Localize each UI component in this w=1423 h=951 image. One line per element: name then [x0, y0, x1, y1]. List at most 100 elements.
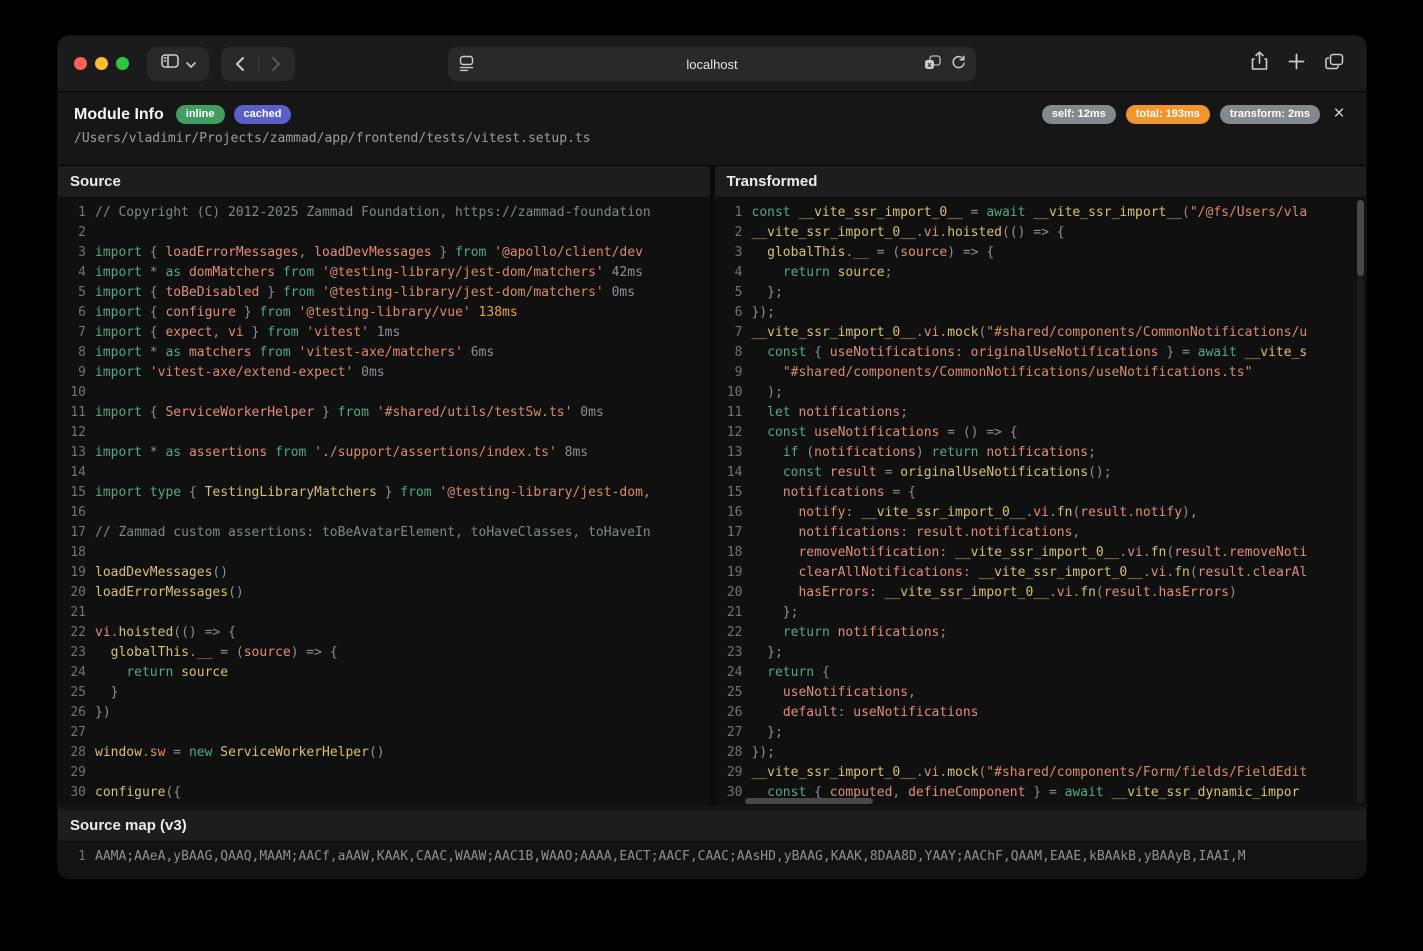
code-line-content: notify: __vite_ssr_import_0__.vi.fn(resu…	[743, 503, 1198, 523]
code-line: 22vi.hoisted(() => {	[58, 623, 710, 643]
code-line: 28window.sw = new ServiceWorkerHelper()	[58, 743, 710, 763]
code-line: 21	[58, 603, 710, 623]
back-button[interactable]	[222, 47, 258, 81]
module-info-header: Module Info inlinecached self: 12mstotal…	[58, 92, 1366, 166]
line-number: 24	[58, 663, 86, 683]
code-line: 2__vite_ssr_import_0__.vi.hoisted(() => …	[715, 223, 1367, 243]
line-number: 23	[715, 643, 743, 663]
line-number: 15	[715, 483, 743, 503]
code-line-content: // Copyright (C) 2012-2025 Zammad Founda…	[86, 203, 651, 223]
code-line: 11 let notifications;	[715, 403, 1367, 423]
sourcemap-code[interactable]: 1AAMA;AAeA,yBAAG,QAAQ,MAAM;AACf,aAAW,KAA…	[58, 842, 1366, 878]
line-number: 16	[58, 503, 86, 523]
line-number: 17	[715, 523, 743, 543]
code-line: 17 notifications: result.notifications,	[715, 523, 1367, 543]
code-line-content: import { ServiceWorkerHelper } from '#sh…	[86, 403, 604, 423]
source-code[interactable]: 1// Copyright (C) 2012-2025 Zammad Found…	[58, 198, 710, 806]
code-line-content: return notifications;	[743, 623, 948, 643]
close-window-button[interactable]	[74, 57, 87, 70]
code-line: 10	[58, 383, 710, 403]
code-line: 2	[58, 223, 710, 243]
code-line-content: hasErrors: __vite_ssr_import_0__.vi.fn(r…	[743, 583, 1237, 603]
vertical-scrollbar-thumb[interactable]	[1357, 200, 1364, 276]
chevron-down-icon	[186, 55, 196, 73]
line-number: 29	[58, 763, 86, 783]
code-line: 4 return source;	[715, 263, 1367, 283]
line-number: 6	[715, 303, 743, 323]
code-line: 1// Copyright (C) 2012-2025 Zammad Found…	[58, 203, 710, 223]
minimize-window-button[interactable]	[95, 57, 108, 70]
timing-badges: self: 12mstotal: 193mstransform: 2ms	[1042, 105, 1320, 124]
code-line: 9 "#shared/components/CommonNotification…	[715, 363, 1367, 383]
code-line: 18	[58, 543, 710, 563]
transformed-code[interactable]: 1const __vite_ssr_import_0__ = await __v…	[715, 198, 1367, 806]
code-line: 8import * as matchers from 'vitest-axe/m…	[58, 343, 710, 363]
zoom-window-button[interactable]	[116, 57, 129, 70]
code-line-content: removeNotification: __vite_ssr_import_0_…	[743, 543, 1308, 563]
line-number: 8	[715, 343, 743, 363]
code-line: 10 );	[715, 383, 1367, 403]
code-line: 1AAMA;AAeA,yBAAG,QAAQ,MAAM;AACf,aAAW,KAA…	[58, 847, 1366, 867]
traffic-lights	[74, 57, 129, 70]
code-line: 19loadDevMessages()	[58, 563, 710, 583]
source-panel-title: Source	[58, 166, 710, 198]
status-badge: inline	[176, 105, 225, 124]
code-line: 16	[58, 503, 710, 523]
code-line-content: import * as domMatchers from '@testing-l…	[86, 263, 643, 283]
line-number: 11	[715, 403, 743, 423]
code-line: 25 useNotifications,	[715, 683, 1367, 703]
code-line-content: loadErrorMessages()	[86, 583, 244, 603]
code-line-content: AAMA;AAeA,yBAAG,QAAQ,MAAM;AACf,aAAW,KAAK…	[86, 847, 1246, 867]
vertical-scrollbar	[1357, 200, 1364, 804]
code-line: 21 };	[715, 603, 1367, 623]
code-line-content: notifications: result.notifications,	[743, 523, 1081, 543]
code-line: 12 const useNotifications = () => {	[715, 423, 1367, 443]
code-line: 29__vite_ssr_import_0__.vi.mock("#shared…	[715, 763, 1367, 783]
code-line: 7import { expect, vi } from 'vitest' 1ms	[58, 323, 710, 343]
code-line-content: };	[743, 723, 783, 743]
line-number: 7	[58, 323, 86, 343]
tab-overview-icon[interactable]	[1325, 53, 1344, 75]
line-number: 13	[58, 443, 86, 463]
line-number: 8	[58, 343, 86, 363]
line-number: 28	[715, 743, 743, 763]
code-line: 3import { loadErrorMessages, loadDevMess…	[58, 243, 710, 263]
code-line: 24 return {	[715, 663, 1367, 683]
line-number: 18	[715, 543, 743, 563]
sidebar-toggle-button[interactable]	[147, 47, 209, 81]
forward-button[interactable]	[259, 47, 295, 81]
code-line: 18 removeNotification: __vite_ssr_import…	[715, 543, 1367, 563]
reload-icon[interactable]	[951, 55, 966, 76]
line-number: 12	[58, 423, 86, 443]
line-number: 13	[715, 443, 743, 463]
close-icon[interactable]: ×	[1328, 103, 1350, 125]
line-number: 27	[58, 723, 86, 743]
code-line-content: import * as assertions from './support/a…	[86, 443, 588, 463]
new-tab-icon[interactable]	[1288, 53, 1305, 75]
code-line-content: const result = originalUseNotifications(…	[743, 463, 1112, 483]
page-title: Module Info	[74, 106, 164, 124]
horizontal-scrollbar-thumb[interactable]	[745, 798, 873, 804]
code-line: 24 return source	[58, 663, 710, 683]
code-line: 5import { toBeDisabled } from '@testing-…	[58, 283, 710, 303]
status-badge: transform: 2ms	[1220, 105, 1320, 124]
code-line-content: __vite_ssr_import_0__.vi.hoisted(() => {	[743, 223, 1065, 243]
page-settings-icon[interactable]	[459, 55, 474, 77]
address-bar[interactable]: localhost x	[448, 47, 976, 81]
line-number: 4	[715, 263, 743, 283]
code-line: 11import { ServiceWorkerHelper } from '#…	[58, 403, 710, 423]
line-number: 4	[58, 263, 86, 283]
line-number: 25	[715, 683, 743, 703]
code-line-content: }	[86, 683, 118, 703]
share-icon[interactable]	[1251, 51, 1268, 76]
translate-icon[interactable]: x	[924, 55, 941, 76]
code-line-content: import { toBeDisabled } from '@testing-l…	[86, 283, 635, 303]
line-number: 14	[715, 463, 743, 483]
toolbar-right-actions	[1251, 51, 1350, 76]
code-line-content	[86, 383, 95, 403]
code-line: 6});	[715, 303, 1367, 323]
code-line: 15 notifications = {	[715, 483, 1367, 503]
code-line: 1const __vite_ssr_import_0__ = await __v…	[715, 203, 1367, 223]
line-number: 2	[58, 223, 86, 243]
line-number: 28	[58, 743, 86, 763]
